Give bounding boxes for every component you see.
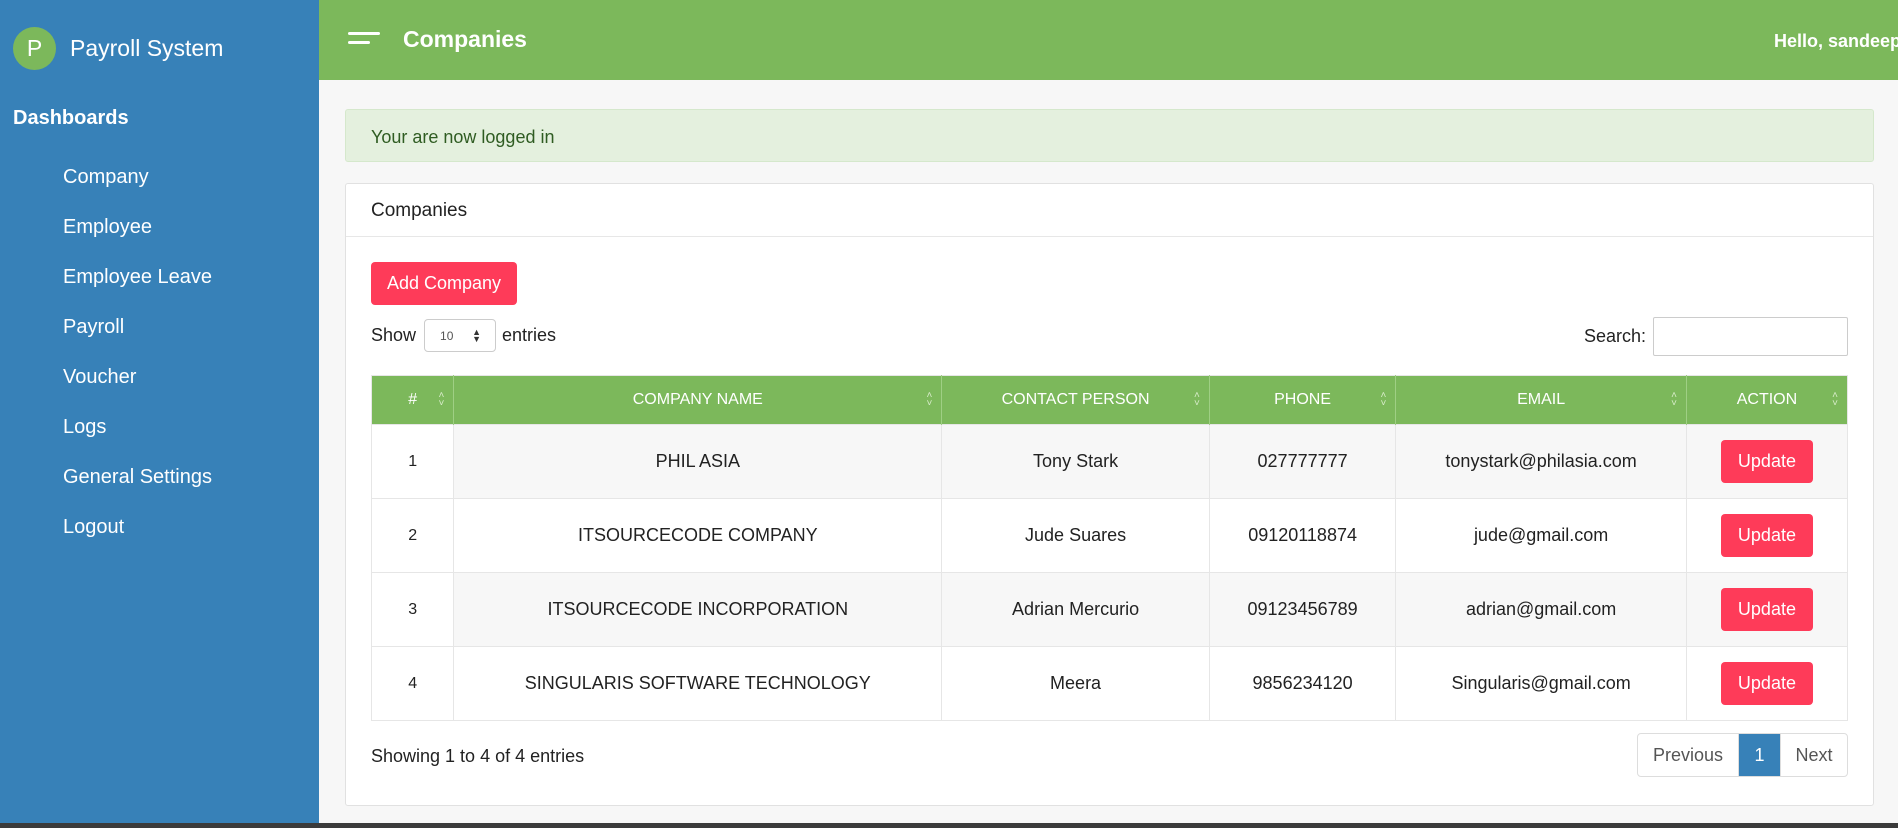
update-button[interactable]: Update	[1720, 440, 1813, 483]
cell-email: adrian@gmail.com	[1395, 572, 1687, 647]
cell-contact-person: Tony Stark	[941, 424, 1210, 499]
cell-email: Singularis@gmail.com	[1395, 646, 1687, 721]
cell-action: Update	[1685, 646, 1848, 721]
sidebar-item-general-settings[interactable]: General Settings	[63, 460, 212, 510]
cell-action: Update	[1685, 424, 1848, 499]
pagination: Previous 1 Next	[1637, 733, 1848, 777]
cell-contact-person: Adrian Mercurio	[941, 572, 1210, 647]
bottom-border	[0, 823, 1898, 828]
sidebar: P Payroll System Dashboards Company Empl…	[0, 0, 319, 828]
cell-number: 1	[370, 424, 454, 499]
cell-number: 2	[370, 498, 454, 573]
cell-phone: 09120118874	[1208, 498, 1396, 573]
panel-title: Companies	[346, 184, 1873, 237]
column-header-number[interactable]: # ˄ ˅	[371, 375, 454, 425]
sidebar-item-payroll[interactable]: Payroll	[63, 310, 212, 360]
companies-table: # ˄ ˅ COMPANY NAME ˄ ˅ CONTACT PERSON ˄ ˅ PHON…	[370, 375, 1848, 721]
table-row: 3 ITSOURCECODE INCORPORATION Adrian Merc…	[370, 572, 1848, 647]
cell-phone: 027777777	[1208, 424, 1396, 499]
sort-icon: ˄ ˅	[1194, 390, 1200, 409]
cell-action: Update	[1685, 498, 1848, 573]
sidebar-item-employee-leave[interactable]: Employee Leave	[63, 260, 212, 310]
cell-phone: 9856234120	[1208, 646, 1396, 721]
column-header-contact-person[interactable]: CONTACT PERSON ˄ ˅	[941, 375, 1210, 425]
sidebar-item-logs[interactable]: Logs	[63, 410, 212, 460]
cell-phone: 09123456789	[1208, 572, 1396, 647]
pagination-page-1[interactable]: 1	[1739, 734, 1780, 776]
sidebar-item-employee[interactable]: Employee	[63, 210, 212, 260]
sidebar-item-logout[interactable]: Logout	[63, 510, 212, 560]
cell-contact-person: Jude Suares	[941, 498, 1210, 573]
cell-email: jude@gmail.com	[1395, 498, 1687, 573]
search-label: Search:	[1584, 326, 1647, 346]
cell-company-name: SINGULARIS SOFTWARE TECHNOLOGY	[453, 646, 942, 721]
page-title: Companies	[403, 26, 527, 52]
sort-icon: ˄ ˅	[1832, 390, 1838, 409]
length-label-entries: entries	[502, 325, 557, 345]
select-arrows-icon: ▲ ▼	[472, 327, 482, 344]
update-button[interactable]: Update	[1720, 514, 1813, 557]
column-header-company-name[interactable]: COMPANY NAME ˄ ˅	[453, 375, 942, 425]
top-header: Companies Hello, sandeep!	[319, 0, 1898, 80]
table-row: 4 SINGULARIS SOFTWARE TECHNOLOGY Meera 9…	[370, 646, 1848, 721]
sort-icon: ˄ ˅	[1380, 390, 1387, 409]
table-search: Search:	[1584, 317, 1849, 356]
cell-email: tonystark@philasia.com	[1395, 424, 1687, 499]
menu-toggle-icon[interactable]	[348, 32, 380, 46]
sort-icon: ˄ ˅	[438, 390, 445, 409]
brand[interactable]: P Payroll System	[13, 27, 223, 70]
search-input[interactable]	[1653, 317, 1849, 356]
add-company-button[interactable]: Add Company	[371, 262, 517, 305]
sidebar-item-company[interactable]: Company	[63, 160, 212, 210]
cell-number: 3	[370, 572, 454, 647]
pagination-previous-button[interactable]: Previous	[1638, 734, 1739, 776]
update-button[interactable]: Update	[1720, 662, 1813, 705]
pagination-next-button[interactable]: Next	[1780, 734, 1847, 776]
table-header-row: # ˄ ˅ COMPANY NAME ˄ ˅ CONTACT PERSON ˄ ˅ PHON…	[371, 375, 1848, 425]
cell-contact-person: Meera	[941, 646, 1210, 721]
login-alert: Your are now logged in	[345, 109, 1874, 162]
column-header-email[interactable]: EMAIL ˄ ˅	[1395, 375, 1687, 425]
entries-length-control: Show 10 ▲ ▼ entries	[371, 319, 556, 352]
cell-company-name: PHIL ASIA	[453, 424, 942, 499]
table-info: Showing 1 to 4 of 4 entries	[371, 746, 585, 766]
companies-panel: Companies Add Company Show 10 ▲ ▼ entries…	[345, 183, 1874, 806]
sort-icon: ˄ ˅	[1671, 390, 1677, 409]
sidebar-item-voucher[interactable]: Voucher	[63, 360, 212, 410]
sidebar-nav: Company Employee Employee Leave Payroll …	[63, 160, 212, 560]
entries-length-value: 10	[440, 329, 454, 343]
brand-title: Payroll System	[70, 35, 224, 61]
sort-icon: ˄ ˅	[926, 390, 933, 409]
column-header-action[interactable]: ACTION ˄ ˅	[1685, 375, 1848, 425]
length-label-show: Show	[371, 325, 417, 345]
update-button[interactable]: Update	[1720, 588, 1813, 631]
column-header-phone[interactable]: PHONE ˄ ˅	[1208, 375, 1396, 425]
cell-action: Update	[1685, 572, 1848, 647]
cell-company-name: ITSOURCECODE COMPANY	[453, 498, 942, 573]
table-row: 2 ITSOURCECODE COMPANY Jude Suares 09120…	[370, 498, 1848, 573]
entries-length-select[interactable]: 10 ▲ ▼	[424, 319, 497, 352]
table-row: 1 PHIL ASIA Tony Stark 027777777 tonysta…	[370, 424, 1848, 499]
cell-number: 4	[370, 646, 454, 721]
brand-logo: P	[13, 27, 56, 70]
nav-heading-dashboards[interactable]: Dashboards	[13, 107, 129, 130]
user-greeting[interactable]: Hello, sandeep!	[1774, 31, 1898, 52]
cell-company-name: ITSOURCECODE INCORPORATION	[453, 572, 942, 647]
